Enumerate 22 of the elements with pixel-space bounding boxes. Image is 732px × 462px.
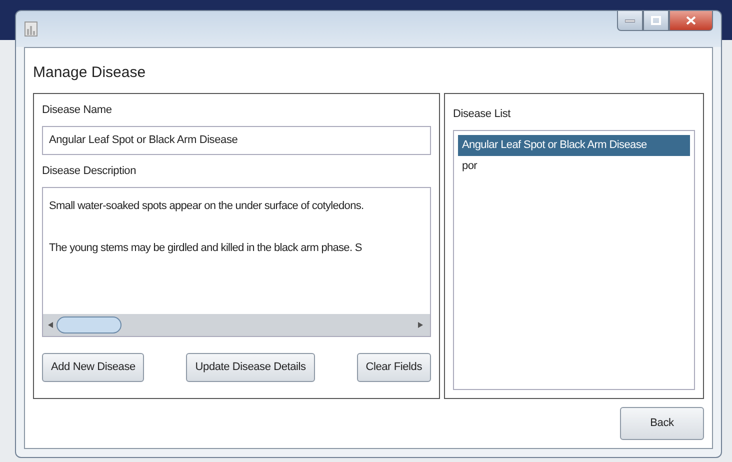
action-button[interactable]: Update Disease Details <box>186 353 315 382</box>
text-line: The young stems may be girdled and killed in the black arm phase. S <box>48 241 363 256</box>
minimize-button[interactable] <box>617 11 643 31</box>
action-button[interactable]: Clear Fields <box>356 353 431 382</box>
back-button[interactable]: Back <box>620 407 704 440</box>
page-heading: Manage Disease <box>33 63 146 83</box>
app-icon <box>24 21 38 37</box>
list-label: Disease List <box>453 106 511 122</box>
field-label: Disease Description <box>42 164 136 178</box>
horizontal-scrollbar[interactable] <box>43 314 430 336</box>
list-item[interactable]: Angular Leaf Spot or Black Arm Disease <box>458 135 690 156</box>
maximize-button[interactable] <box>643 11 669 31</box>
text-line: Small water-soaked spots appear on the under surface of cotyledons. <box>48 199 365 214</box>
list-item[interactable]: por <box>458 156 690 176</box>
close-icon <box>686 16 696 25</box>
minimize-icon <box>625 18 635 22</box>
action-button[interactable]: Add New Disease <box>42 353 144 382</box>
field-label: Disease Name <box>42 102 112 118</box>
name-field[interactable]: Angular Leaf Spot or Black Arm Disease <box>42 126 431 154</box>
maximize-icon <box>651 16 661 25</box>
description-field[interactable]: Small water-soaked spots appear on the under surface of cotyledons. The young stems may be girdled and killed in the black arm phase. S <box>42 187 431 337</box>
close-button[interactable] <box>669 11 713 31</box>
